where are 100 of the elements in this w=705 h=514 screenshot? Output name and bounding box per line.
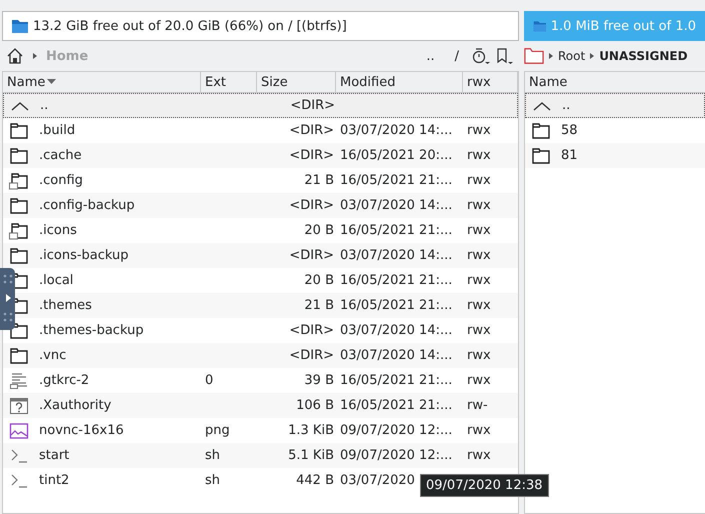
file-permissions: rwx	[467, 248, 491, 263]
folder-icon	[11, 18, 29, 34]
folder-icon	[531, 122, 551, 140]
side-panel-menu[interactable]	[0, 268, 15, 330]
file-ext: sh	[205, 448, 220, 463]
file-name: .icons	[39, 223, 77, 238]
file-ext: png	[205, 423, 230, 438]
column-header[interactable]: Name	[525, 72, 705, 92]
file-ext: 0	[205, 373, 214, 388]
column-header[interactable]: rwx	[463, 72, 518, 92]
file-modified: 03/07/2020 14:...	[340, 198, 452, 213]
file-permissions: rwx	[467, 373, 491, 388]
file-name: 81	[561, 148, 578, 163]
folder-icon	[9, 122, 29, 140]
file-permissions: rwx	[467, 223, 491, 238]
folder-link-icon	[9, 172, 29, 190]
file-permissions: rw-	[467, 398, 488, 413]
sort-icon	[47, 79, 56, 85]
file-name: 58	[561, 123, 578, 138]
file-size: <DIR>	[289, 323, 334, 338]
file-permissions: rwx	[467, 448, 491, 463]
file-permissions: rwx	[467, 298, 491, 313]
file-row[interactable]: 81	[525, 143, 705, 168]
file-modified: 16/05/2021 21:...	[340, 298, 452, 313]
column-header[interactable]: Modified	[336, 72, 463, 92]
file-row[interactable]: .cache <DIR> 16/05/2021 20:... rwx	[3, 143, 518, 168]
file-name: tint2	[39, 473, 70, 488]
folder-link-icon	[9, 222, 29, 240]
file-modified: 16/05/2021 21:...	[340, 173, 452, 188]
file-row[interactable]: .vnc <DIR> 03/07/2020 14:... rwx	[3, 343, 518, 368]
text-file-icon	[9, 372, 29, 390]
file-permissions: rwx	[467, 198, 491, 213]
folder-icon[interactable]	[524, 47, 544, 65]
parent-dir-button[interactable]: ..	[418, 48, 443, 64]
folder-icon	[531, 146, 551, 164]
folder-icon	[9, 146, 29, 164]
root-dir-button[interactable]: /	[446, 48, 467, 64]
file-modified: 16/05/2021 21:...	[340, 223, 452, 238]
file-row[interactable]: .icons-backup <DIR> 03/07/2020 14:... rwx	[3, 243, 518, 268]
file-name: .config-backup	[39, 198, 135, 213]
arrow-icon	[547, 51, 555, 61]
file-name: ..	[40, 98, 48, 113]
home-icon[interactable]	[6, 47, 24, 65]
file-size: 1.3 KiB	[288, 423, 334, 438]
file-name: .local	[39, 273, 74, 288]
file-modified: 03/07/2020	[340, 473, 415, 488]
file-row[interactable]: .config-backup <DIR> 03/07/2020 14:... rwx	[3, 193, 518, 218]
file-size: 21 B	[304, 298, 334, 313]
bookmark-icon[interactable]	[495, 47, 515, 65]
file-modified: 16/05/2021 21:...	[340, 373, 452, 388]
file-row[interactable]: .. <DIR>	[3, 93, 518, 118]
tooltip: 09/07/2020 12:38	[420, 474, 549, 497]
file-name: .vnc	[39, 348, 66, 363]
folder-icon	[9, 246, 29, 264]
file-size: 39 B	[304, 373, 334, 388]
file-size: <DIR>	[289, 123, 334, 138]
folder-icon	[9, 196, 29, 214]
file-row[interactable]: start sh 5.1 KiB 09/07/2020 12:... rwx	[3, 443, 518, 468]
column-header[interactable]: Name	[3, 72, 201, 92]
file-row[interactable]: ..	[525, 93, 705, 118]
file-modified: 03/07/2020 14:...	[340, 123, 452, 138]
file-ext: sh	[205, 473, 220, 488]
file-permissions: rwx	[467, 123, 491, 138]
history-icon[interactable]	[471, 47, 491, 65]
file-modified: 09/07/2020 12:...	[340, 448, 452, 463]
column-header[interactable]: Size	[257, 72, 336, 92]
drive-bar[interactable]: 13.2 GiB free out of 20.0 GiB (66%) on / [(btrfs)]	[2, 11, 519, 41]
file-modified: 16/05/2021 21:...	[340, 273, 452, 288]
file-size: <DIR>	[289, 198, 334, 213]
file-modified: 16/05/2021 21:...	[340, 398, 452, 413]
file-modified: 03/07/2020 14:...	[340, 248, 452, 263]
file-permissions: rwx	[467, 273, 491, 288]
breadcrumb-item[interactable]: Root	[558, 49, 586, 63]
file-name: .themes-backup	[39, 323, 144, 338]
file-permissions: rwx	[467, 348, 491, 363]
drive-label: 1.0 MiB free out of 1.0	[550, 18, 696, 34]
terminal-icon	[9, 472, 29, 490]
file-permissions: rwx	[467, 323, 491, 338]
file-name: .gtkrc-2	[39, 373, 90, 388]
file-size: 442 B	[296, 473, 334, 488]
file-size: 5.1 KiB	[288, 448, 334, 463]
file-row[interactable]: .Xauthority 106 B 16/05/2021 21:... rw-	[3, 393, 518, 418]
breadcrumb-item[interactable]: UNASSIGNED	[599, 49, 688, 63]
file-size: <DIR>	[289, 148, 334, 163]
file-name: .Xauthority	[39, 398, 112, 413]
file-size: <DIR>	[290, 98, 335, 113]
folder-icon	[9, 322, 29, 340]
arrow-icon	[31, 51, 39, 61]
file-size: 106 B	[296, 398, 334, 413]
file-name: .build	[39, 123, 76, 138]
file-name: .cache	[39, 148, 82, 163]
file-name: start	[39, 448, 70, 463]
drive-label: 13.2 GiB free out of 20.0 GiB (66%) on / [(btrfs)]	[33, 18, 347, 34]
file-modified: 09/07/2020 12:...	[340, 423, 452, 438]
column-header[interactable]: Ext	[201, 72, 257, 92]
file-modified: 16/05/2021 20:...	[340, 148, 452, 163]
image-icon	[9, 422, 29, 440]
file-name: novnc-16x16	[39, 423, 124, 438]
file-size: 20 B	[304, 223, 334, 238]
file-size: 20 B	[304, 273, 334, 288]
